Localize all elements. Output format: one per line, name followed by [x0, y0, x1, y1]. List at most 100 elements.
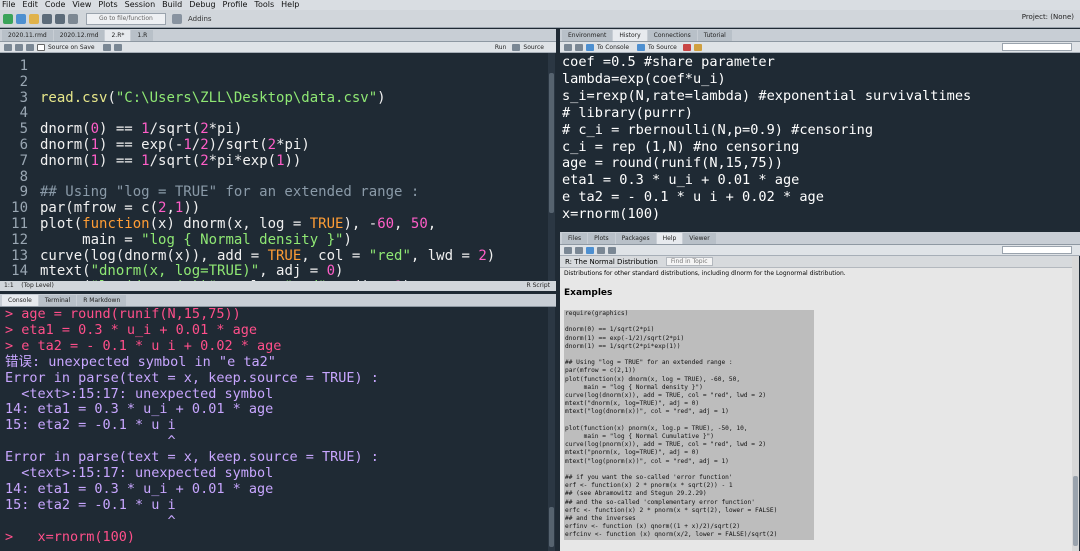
code-lines[interactable]: read.csv("C:\Users\ZLL\Desktop\data.csv"… [40, 59, 495, 291]
save-file-icon[interactable] [26, 43, 34, 51]
menu-session[interactable]: Session [125, 0, 156, 10]
scope-indicator[interactable]: (Top Level) [21, 282, 54, 289]
help-tab[interactable]: Plots [588, 233, 615, 244]
history-line[interactable]: x=rnorm(100) [562, 206, 1072, 223]
grid-icon[interactable] [172, 13, 182, 24]
forward-arrow-icon[interactable] [15, 43, 23, 51]
to-source-icon[interactable] [637, 43, 646, 51]
history-search-input[interactable] [1002, 43, 1072, 51]
goto-file-input[interactable]: Go to file/function [86, 12, 166, 25]
history-line[interactable]: # library(purrr) [562, 105, 1072, 122]
editor-tab[interactable]: 2020.12.rmd [53, 30, 105, 41]
console-line: <text>:15:17: unexpected symbol [5, 385, 274, 402]
help-tab[interactable]: Packages [615, 233, 656, 244]
help-viewer: R: The Normal Distribution Find in Topic… [560, 256, 1072, 551]
help-tab[interactable]: Files [562, 233, 588, 244]
help-tab[interactable]: Viewer [683, 233, 716, 244]
search-icon[interactable] [102, 43, 111, 51]
console-line: > x=rnorm(100) [5, 528, 136, 545]
back-arrow-icon[interactable] [4, 43, 12, 51]
delete-icon[interactable] [682, 43, 691, 51]
console-scrollbar[interactable] [548, 307, 555, 551]
new-file-icon[interactable] [3, 13, 13, 24]
to-console-button[interactable]: To Console [597, 44, 629, 51]
editor-tab[interactable]: 2.R* [105, 30, 131, 41]
menu-profile[interactable]: Profile [223, 0, 248, 10]
history-line[interactable]: e ta2 = - 0.1 * u i + 0.02 * age [562, 189, 1072, 206]
find-in-topic-input[interactable]: Find in Topic [665, 257, 713, 266]
save-icon[interactable] [42, 13, 52, 24]
code-line: dnorm(1) == 1/sqrt(2*pi*exp(1)) [40, 152, 302, 169]
console-line: 15: eta2 = -0.1 * u i [5, 417, 176, 434]
menu-file[interactable]: File [2, 0, 15, 10]
new-project-icon[interactable] [16, 13, 26, 24]
menu-tools[interactable]: Tools [254, 0, 274, 10]
console-tab[interactable]: Terminal [38, 295, 77, 306]
to-source-button[interactable]: To Source [648, 44, 677, 51]
console-line: Error in parse(text = x, keep.source = T… [5, 369, 379, 386]
editor-scrollbar[interactable] [548, 53, 555, 281]
file-type-indicator[interactable]: R Script [527, 281, 550, 291]
back-icon[interactable] [564, 246, 572, 254]
menu-code[interactable]: Code [45, 0, 65, 10]
console-line: > age = round(runif(N,15,75)) [5, 307, 241, 322]
rerun-icon[interactable] [512, 43, 521, 51]
source-button[interactable]: Source [523, 44, 544, 51]
run-button[interactable]: Run [495, 44, 507, 51]
history-line[interactable]: lambda=exp(coef*u_i) [562, 71, 1072, 88]
history-line[interactable]: s_i=rexp(N,rate=lambda) #exponential sur… [562, 88, 1072, 105]
history-list[interactable]: coef =0.5 #share parameter lambda=exp(coe… [562, 54, 1072, 226]
help-tab[interactable]: Help [656, 233, 683, 244]
home-icon[interactable] [586, 246, 594, 254]
menu-plots[interactable]: Plots [98, 0, 117, 10]
env-tab[interactable]: Environment [562, 30, 613, 41]
help-toolbar [560, 245, 1080, 256]
save-history-icon[interactable] [575, 43, 583, 51]
console-tab[interactable]: Console [2, 295, 38, 306]
console-line: 14: eta1 = 0.3 * u_i + 0.01 * age [5, 401, 274, 418]
console-output[interactable]: > age = round(runif(N,15,75)) > eta1 = 0.… [5, 307, 545, 551]
history-line[interactable]: coef =0.5 #share parameter [562, 54, 1072, 71]
menu-bar: File Edit Code View Plots Session Build Debug Pr… [0, 0, 1080, 10]
broom-icon[interactable] [693, 43, 702, 51]
env-tab[interactable]: Connections [647, 30, 697, 41]
env-tab[interactable]: Tutorial [697, 30, 732, 41]
editor-status-bar: 1:1 (Top Level) R Script [0, 281, 556, 291]
menu-view[interactable]: View [72, 0, 91, 10]
env-tab[interactable]: History [613, 30, 647, 41]
menu-debug[interactable]: Debug [189, 0, 215, 10]
source-on-save-label[interactable]: Source on Save [48, 44, 95, 51]
open-file-icon[interactable] [29, 13, 39, 24]
history-line[interactable]: eta1 = 0.3 * u_i + 0.01 * age [562, 172, 1072, 189]
history-line[interactable]: # c_i = rbernoulli(N,p=0.9) #censoring [562, 122, 1072, 139]
save-all-icon[interactable] [55, 13, 65, 24]
help-search-input[interactable] [1002, 246, 1072, 254]
help-scrollbar[interactable] [1072, 256, 1079, 551]
menu-build[interactable]: Build [162, 0, 182, 10]
to-console-icon[interactable] [586, 43, 594, 51]
print-icon[interactable] [597, 246, 605, 254]
line-number: 2 [19, 73, 28, 90]
history-line[interactable]: c_i = rep (1,N) #no censoring [562, 139, 1072, 156]
editor-tab[interactable]: 1.R [131, 30, 154, 41]
checkbox-icon[interactable] [37, 43, 45, 51]
menu-help[interactable]: Help [281, 0, 299, 10]
forward-icon[interactable] [575, 246, 583, 254]
project-menu[interactable]: Project: (None) [1022, 13, 1074, 21]
code-editor[interactable]: 1 2 3 4 5 6 7 8 9 10 11 12 13 14 read.csv("C:\Users\Z… [0, 53, 548, 291]
console-line: 14: eta1 = 0.3 * u_i + 0.01 * age [5, 480, 274, 497]
console-line: 15: eta2 = -0.1 * u i [5, 496, 176, 513]
print-icon[interactable] [68, 13, 78, 24]
examples-code: require(graphics) dnorm(0) == 1/sqrt(2*p… [564, 310, 814, 540]
addins-menu[interactable]: Addins [188, 15, 212, 23]
line-number: 7 [19, 152, 28, 169]
console-tab[interactable]: R Markdown [77, 295, 127, 306]
cursor-position: 1:1 [4, 282, 14, 289]
new-window-icon[interactable] [608, 246, 616, 254]
line-number: 4 [19, 105, 28, 122]
wand-icon[interactable] [113, 43, 122, 51]
editor-tab[interactable]: 2020.11.rmd [2, 30, 53, 41]
history-line[interactable]: age = round(runif(N,15,75)) [562, 155, 1072, 172]
load-history-icon[interactable] [564, 43, 572, 51]
menu-edit[interactable]: Edit [22, 0, 38, 10]
